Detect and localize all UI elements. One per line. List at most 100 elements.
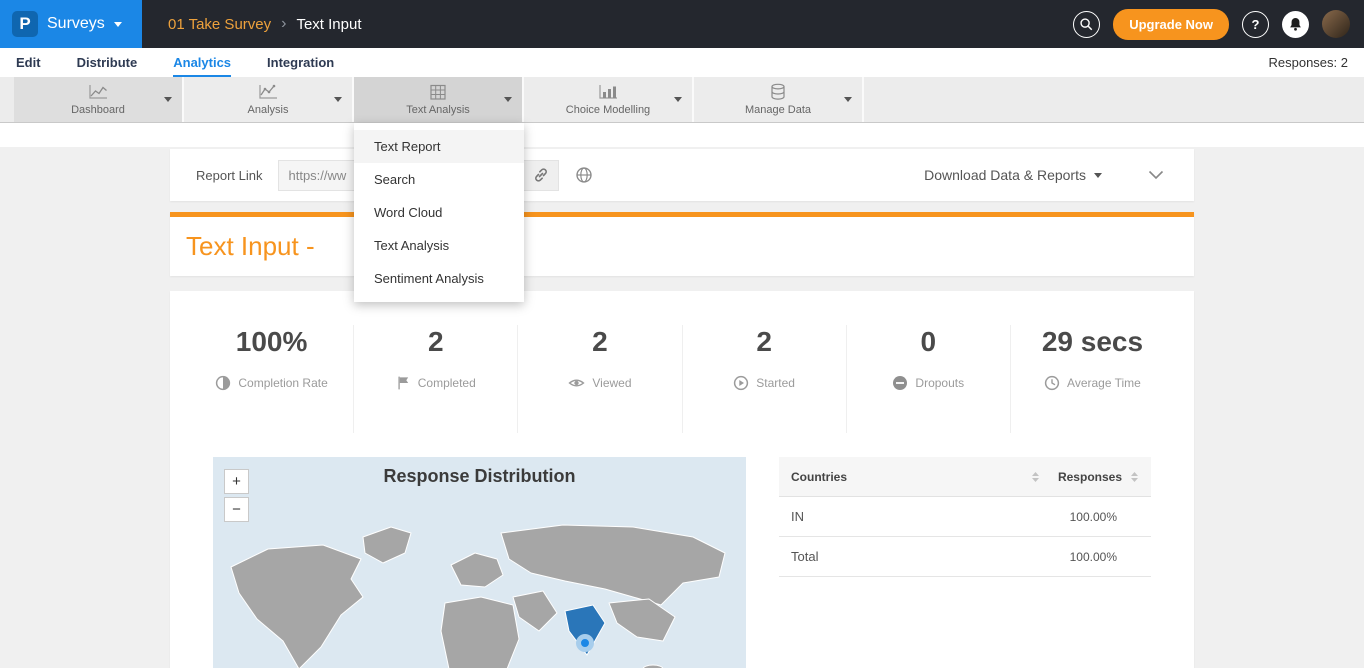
copy-link-button[interactable] [523, 160, 559, 191]
breadcrumb-survey-name[interactable]: 01 Take Survey [168, 16, 271, 33]
stat-dropouts: 0 Dropouts [847, 325, 1011, 433]
stat-label-text: Completed [418, 376, 476, 390]
stat-viewed: 2 Viewed [518, 325, 682, 433]
logo-letter: P [19, 14, 30, 34]
caret-down-icon [1094, 173, 1102, 178]
gauge-icon [215, 375, 231, 391]
page-title: Text Input - [186, 231, 315, 262]
stat-value: 2 [683, 325, 846, 359]
tab-dashboard[interactable]: Dashboard [14, 77, 184, 122]
database-icon [769, 83, 787, 101]
map-zoom-controls: + − [224, 469, 249, 522]
spacer-strip [0, 123, 1364, 147]
stat-label-text: Viewed [592, 376, 631, 390]
menu-item-sentiment-analysis[interactable]: Sentiment Analysis [354, 262, 524, 295]
nav-item-edit[interactable]: Edit [16, 48, 41, 77]
breadcrumb-page-name: Text Input [296, 16, 361, 33]
download-data-reports-dropdown[interactable]: Download Data & Reports [924, 167, 1102, 183]
menu-item-word-cloud[interactable]: Word Cloud [354, 196, 524, 229]
main-content: Report Link Download Data & Reports [0, 147, 1364, 668]
tab-text-analysis[interactable]: Text Analysis [354, 77, 524, 122]
eye-icon [568, 375, 585, 391]
analytics-summary-card: 100% Completion Rate 2 Completed [170, 291, 1194, 668]
user-avatar[interactable] [1322, 10, 1350, 38]
collapse-panel-button[interactable] [1148, 170, 1164, 180]
zoom-in-button[interactable]: + [224, 469, 249, 494]
responses-cell: 100.00% [1070, 550, 1139, 564]
caret-down-icon [114, 22, 122, 27]
stat-value: 2 [354, 325, 517, 359]
column-label: Countries [791, 470, 847, 484]
caret-down-icon [504, 97, 512, 102]
tab-label: Analysis [248, 104, 289, 116]
notifications-button[interactable] [1282, 11, 1309, 38]
map-title: Response Distribution [213, 457, 746, 487]
link-icon [533, 167, 549, 183]
distribution-section: Response Distribution + − [170, 433, 1194, 668]
countries-table: Countries Responses IN 100.00% [779, 457, 1151, 668]
minus-circle-icon [892, 375, 908, 391]
tab-manage-data[interactable]: Manage Data [694, 77, 864, 122]
column-chart-icon [597, 84, 619, 101]
stat-label-text: Started [756, 376, 795, 390]
surveys-product-switcher[interactable]: P Surveys [0, 0, 142, 48]
stat-value: 0 [847, 325, 1010, 359]
nav-item-analytics[interactable]: Analytics [173, 48, 231, 77]
line-chart-icon [87, 84, 109, 101]
tab-label: Dashboard [71, 104, 125, 116]
analytics-toolbar: Dashboard Analysis Text Analysis Choice … [0, 77, 1364, 123]
sort-icon [1031, 471, 1040, 483]
search-icon [1079, 17, 1094, 32]
tab-label: Text Analysis [406, 104, 470, 116]
text-analysis-dropdown-menu: Text Report Search Word Cloud Text Analy… [354, 123, 524, 302]
subnav-items: Edit Distribute Analytics Integration [16, 48, 334, 77]
flag-icon [396, 375, 411, 391]
stats-row: 100% Completion Rate 2 Completed [170, 291, 1194, 433]
tab-label: Choice Modelling [566, 104, 650, 116]
bell-icon [1288, 16, 1303, 32]
table-row: IN 100.00% [779, 497, 1151, 537]
tab-label: Manage Data [745, 104, 811, 116]
question-title-card: Text Input - [170, 212, 1194, 276]
report-link-card: Report Link Download Data & Reports [170, 149, 1194, 201]
stat-value: 100% [190, 325, 353, 359]
countries-table-header: Countries Responses [779, 457, 1151, 497]
stat-completion-rate: 100% Completion Rate [190, 325, 354, 433]
nav-item-integration[interactable]: Integration [267, 48, 334, 77]
tab-choice-modelling[interactable]: Choice Modelling [524, 77, 694, 122]
upgrade-now-button[interactable]: Upgrade Now [1113, 9, 1229, 40]
stat-label-text: Average Time [1067, 376, 1141, 390]
questionpro-logo-icon: P [12, 11, 38, 37]
column-label: Responses [1058, 470, 1122, 484]
breadcrumb-separator: › [281, 15, 286, 33]
globe-icon [575, 166, 593, 184]
menu-item-search[interactable]: Search [354, 163, 524, 196]
stat-average-time: 29 secs Average Time [1011, 325, 1174, 433]
column-header-countries[interactable]: Countries [791, 470, 1058, 484]
tab-analysis[interactable]: Analysis [184, 77, 354, 122]
clock-icon [1044, 375, 1060, 391]
trend-chart-icon [257, 84, 279, 101]
caret-down-icon [674, 97, 682, 102]
stat-started: 2 Started [683, 325, 847, 433]
responses-cell: 100.00% [1070, 510, 1139, 524]
public-report-button[interactable] [575, 166, 593, 184]
question-mark-icon: ? [1252, 17, 1260, 32]
nav-item-distribute[interactable]: Distribute [77, 48, 138, 77]
report-link-label: Report Link [196, 168, 262, 183]
world-map[interactable] [213, 519, 746, 668]
sort-icon [1130, 471, 1139, 483]
menu-item-text-report[interactable]: Text Report [354, 130, 524, 163]
table-row-total: Total 100.00% [779, 537, 1151, 577]
caret-down-icon [164, 97, 172, 102]
caret-down-icon [334, 97, 342, 102]
help-button[interactable]: ? [1242, 11, 1269, 38]
column-header-responses[interactable]: Responses [1058, 470, 1139, 484]
india-response-marker[interactable] [579, 637, 592, 650]
stat-label-text: Dropouts [915, 376, 964, 390]
country-cell: IN [791, 509, 1070, 524]
stat-label-text: Completion Rate [238, 376, 327, 390]
menu-item-text-analysis[interactable]: Text Analysis [354, 229, 524, 262]
download-label: Download Data & Reports [924, 167, 1086, 183]
search-button[interactable] [1073, 11, 1100, 38]
